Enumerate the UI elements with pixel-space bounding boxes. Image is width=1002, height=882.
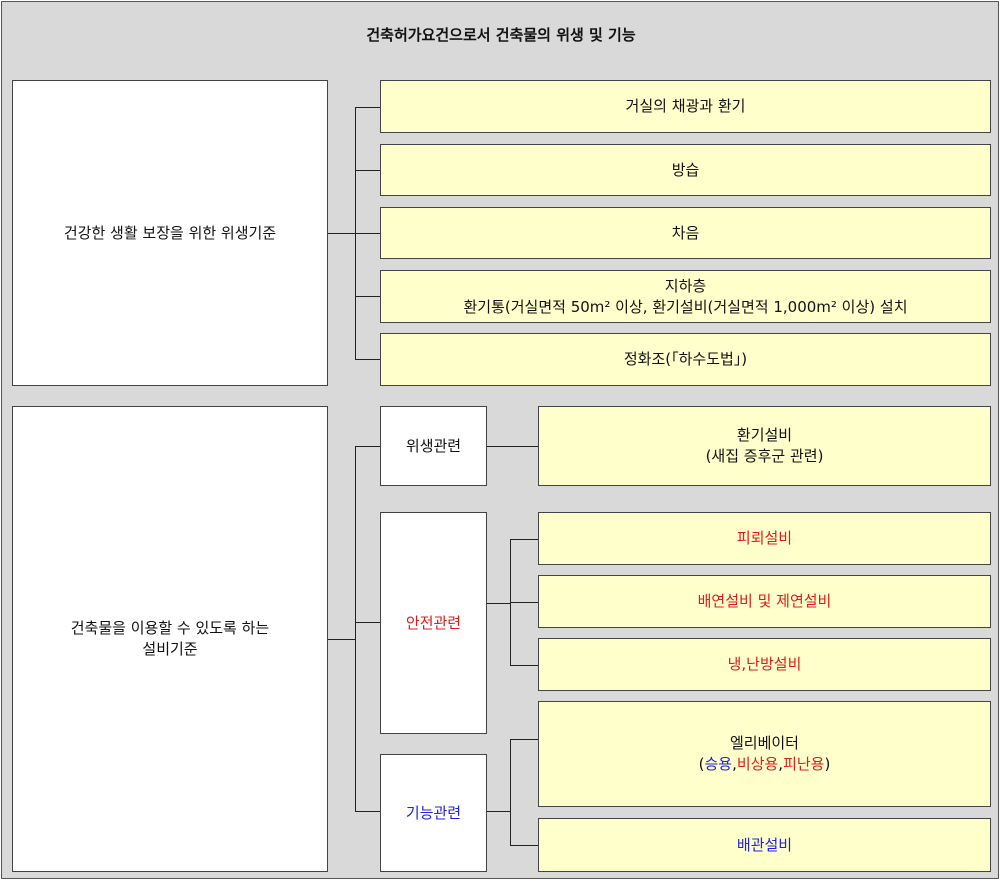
item-lighting-ventilation: 거실의 채광과 환기 (380, 80, 991, 133)
item-label: 정화조(「하수도법」) (623, 350, 748, 368)
group-label: 위생관련 (405, 436, 462, 455)
item-label: 배연설비 및 제연설비 (697, 592, 832, 610)
connector (355, 446, 380, 447)
facility-standards-box: 건축물을 이용할 수 있도록 하는 설비기준 (12, 406, 328, 872)
group-label: 안전관련 (405, 613, 462, 632)
connector (328, 639, 355, 640)
item-lightning-protection: 피뢰설비 (538, 512, 991, 565)
diagram-frame: 건축허가요건으로서 건축물의 위생 및 기능 건강한 생활 보장을 위한 위생기… (1, 1, 999, 879)
group-function: 기능관련 (380, 754, 487, 872)
item-smoke-exhaust: 배연설비 및 제연설비 (538, 575, 991, 628)
item-piping: 배관설비 (538, 818, 991, 872)
item-detail: 환기통(거실면적 50m² 이상, 환기설비(거실면적 1,000m² 이상) … (463, 297, 908, 316)
connector (355, 446, 356, 811)
item-sound-insulation: 차음 (380, 207, 991, 259)
hygiene-standards-label: 건강한 생활 보장을 위한 위생기준 (63, 223, 277, 242)
item-ventilation-equipment: 환기설비 (새집 증후군 관련) (538, 406, 991, 486)
connector (510, 539, 538, 540)
group-hygiene: 위생관련 (380, 406, 487, 486)
connector (510, 845, 538, 846)
item-label: 환기설비 (736, 426, 793, 444)
connector (355, 359, 380, 360)
item-label: 방습 (671, 160, 700, 179)
item-label: 거실의 채광과 환기 (625, 97, 746, 115)
diagram-title: 건축허가요건으로서 건축물의 위생 및 기능 (366, 26, 636, 44)
item-damp-proofing: 방습 (380, 144, 991, 196)
connector (355, 296, 380, 297)
emergency-type: 비상용 (736, 755, 779, 773)
facility-standards-label: 건축물을 이용할 수 있도록 하는 (70, 619, 270, 637)
connector (487, 446, 538, 447)
item-label: 피뢰설비 (736, 529, 793, 547)
evacuation-type: 피난용 (783, 755, 825, 773)
connector (355, 170, 380, 171)
connector (510, 602, 538, 603)
item-label: 배관설비 (736, 835, 793, 854)
connector (487, 603, 510, 604)
facility-standards-label: 설비기준 (142, 640, 198, 658)
passenger-type: 승용 (704, 755, 733, 773)
item-label: 엘리베이터 (729, 734, 799, 752)
connector (355, 233, 380, 234)
connector (328, 233, 355, 234)
item-label: 지하층 (664, 276, 707, 295)
item-septic-tank: 정화조(「하수도법」) (380, 333, 991, 386)
item-basement: 지하층 환기통(거실면적 50m² 이상, 환기설비(거실면적 1,000m² … (380, 270, 991, 323)
item-elevator: 엘리베이터 (승용,비상용,피난용) (538, 701, 991, 807)
elevator-types: (승용,비상용,피난용) (699, 754, 831, 775)
connector (510, 739, 511, 845)
item-label: 차음 (671, 223, 700, 242)
connector (487, 811, 510, 812)
hygiene-standards-box: 건강한 생활 보장을 위한 위생기준 (12, 80, 328, 386)
item-label: 냉,난방설비 (727, 655, 802, 673)
connector (355, 811, 380, 812)
connector (355, 622, 380, 623)
connector (510, 739, 538, 740)
group-safety: 안전관련 (380, 512, 487, 734)
connector (510, 665, 538, 666)
item-detail: (새집 증후군 관련) (705, 447, 824, 465)
item-hvac: 냉,난방설비 (538, 638, 991, 691)
paren: ) (824, 755, 831, 773)
group-label: 기능관련 (405, 803, 462, 822)
connector (355, 107, 380, 108)
